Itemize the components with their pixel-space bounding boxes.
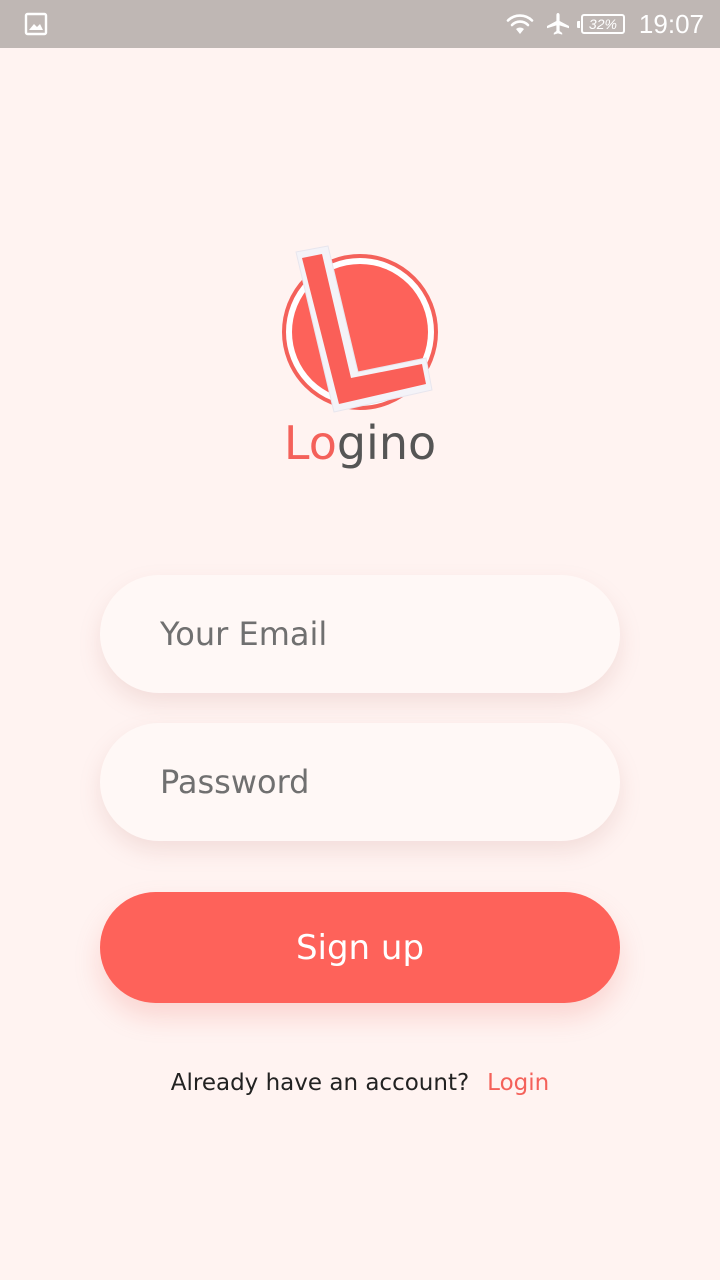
wifi-icon [505,12,535,36]
brand-name: Logino [0,416,720,470]
battery-percent: 32% [588,16,617,32]
battery-indicator: 32% [576,14,625,34]
email-field-container [100,575,620,693]
clock: 19:07 [638,8,704,39]
airplane-icon [545,11,571,37]
brand-name-rest: gino [336,416,437,470]
login-prompt: Already have an account? Login [0,1070,720,1096]
password-field-container [100,723,620,841]
brand-name-accent: Lo [283,416,337,470]
login-prompt-text: Already have an account? [170,1070,470,1096]
logino-logo-icon [270,240,450,420]
status-icons: 32% 19:07 [505,0,704,48]
password-field[interactable] [100,723,620,841]
image-icon [24,12,48,36]
signup-button[interactable]: Sign up [100,892,620,1003]
email-field[interactable] [100,575,620,693]
status-bar: 32% 19:07 [0,0,720,48]
login-link[interactable]: Login [487,1070,549,1096]
